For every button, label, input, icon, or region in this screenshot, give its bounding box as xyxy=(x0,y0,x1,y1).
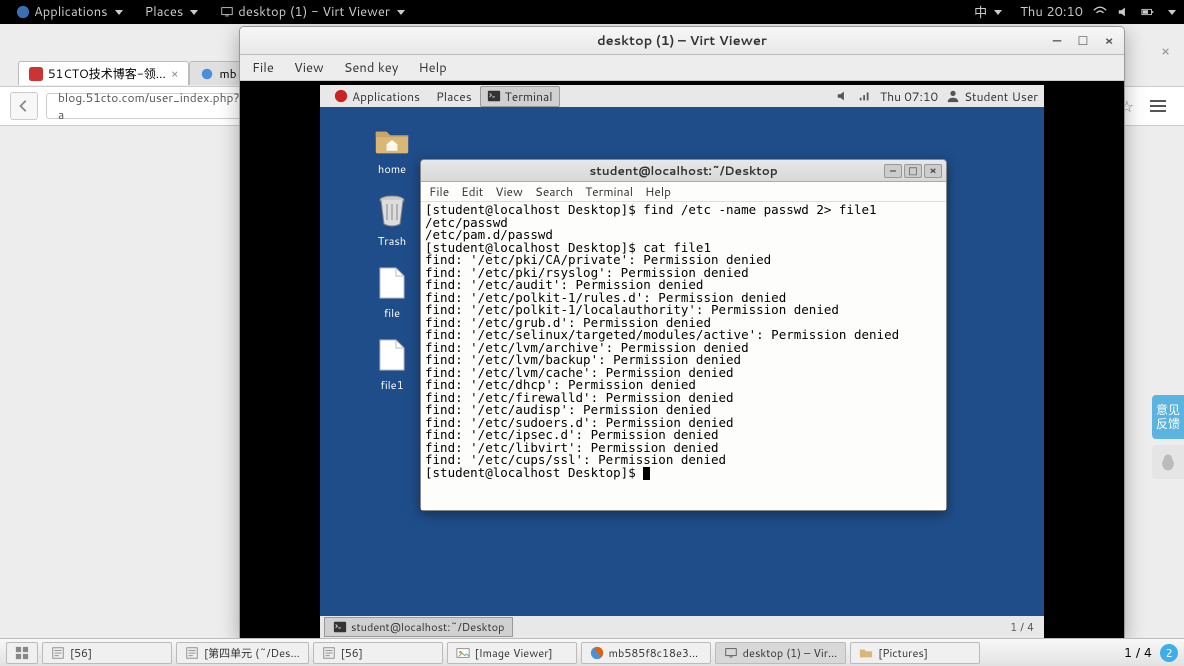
virt-menu-file[interactable]: File xyxy=(252,59,274,77)
volume-icon[interactable] xyxy=(1117,5,1131,19)
show-desktop-button[interactable] xyxy=(6,642,38,664)
file-icon xyxy=(378,266,406,300)
battery-icon[interactable] xyxy=(1141,5,1155,19)
terminal-menubar: File Edit View Search Terminal Help xyxy=(421,182,946,202)
wifi-icon[interactable] xyxy=(1093,5,1107,19)
terminal-window: student@localhost:~/Desktop – □ × File E… xyxy=(420,159,947,511)
favicon-generic-icon xyxy=(200,67,214,81)
close-button[interactable]: × xyxy=(1100,32,1118,50)
taskbar-item-6[interactable]: [Pictures] xyxy=(850,642,980,664)
terminal-menu-view[interactable]: View xyxy=(495,183,523,200)
host-places-menu[interactable]: Places xyxy=(137,1,207,23)
folder-icon xyxy=(859,646,873,660)
host-system-menu[interactable] xyxy=(1168,10,1176,15)
taskbar-item-4[interactable]: mb585f8c18e3... xyxy=(581,642,711,664)
fedora-logo-icon xyxy=(16,5,30,19)
guest-workspace-indicator[interactable]: 1 / 4 xyxy=(1000,619,1044,635)
guest-taskbar: student@localhost:~/Desktop 1 / 4 xyxy=(320,616,1044,638)
maximize-button[interactable]: ☐ xyxy=(1074,32,1092,50)
notification-badge[interactable]: 2 xyxy=(1160,644,1178,662)
guest-top-panel: Applications Places Terminal Thu 07:10 S… xyxy=(320,85,1044,107)
taskbar-item-0[interactable]: [56] xyxy=(42,642,172,664)
terminal-menu-file[interactable]: File xyxy=(429,183,449,200)
guest-active-app[interactable]: Terminal xyxy=(480,86,560,107)
virt-menu-sendkey[interactable]: Send key xyxy=(344,59,399,77)
terminal-titlebar[interactable]: student@localhost:~/Desktop – □ × xyxy=(421,160,946,182)
virt-menu-view[interactable]: View xyxy=(294,59,324,77)
host-workspace-indicator[interactable]: 1 / 4 xyxy=(1124,644,1152,662)
terminal-menu-search[interactable]: Search xyxy=(535,183,573,200)
terminal-icon xyxy=(333,620,347,634)
terminal-title-text: student@localhost:~/Desktop xyxy=(589,162,777,179)
network-icon[interactable] xyxy=(858,89,872,103)
guest-taskbar-item[interactable]: student@localhost:~/Desktop xyxy=(324,617,513,637)
user-icon xyxy=(946,89,960,103)
arrow-left-icon xyxy=(17,99,31,113)
firefox-icon xyxy=(590,646,604,660)
file-icon xyxy=(378,338,406,372)
browser-tab-1[interactable]: 51CTO技术博客-领... × xyxy=(18,61,189,85)
feedback-widget: 意见 反馈 xyxy=(1152,395,1184,479)
back-button[interactable] xyxy=(10,92,38,120)
terminal-body[interactable]: [student@localhost Desktop]$ find /etc -… xyxy=(421,202,946,510)
volume-icon[interactable] xyxy=(836,89,850,103)
host-lang-indicator[interactable]: 中 xyxy=(966,0,1010,24)
monitor-icon xyxy=(724,646,738,660)
gedit-icon xyxy=(51,646,65,660)
guest-user-menu[interactable]: Student User xyxy=(946,88,1038,105)
desktop-icon-home[interactable]: home xyxy=(362,121,422,177)
host-browser-close[interactable]: × xyxy=(1161,41,1170,61)
host-applications-menu[interactable]: Applications xyxy=(8,1,131,23)
folder-home-icon xyxy=(374,122,410,156)
guest-desktop[interactable]: Applications Places Terminal Thu 07:10 S… xyxy=(320,85,1044,638)
show-desktop-icon xyxy=(15,646,29,660)
terminal-close-button[interactable]: × xyxy=(924,164,942,178)
feedback-button[interactable]: 意见 反馈 xyxy=(1152,395,1184,439)
virt-title-text: desktop (1) – Virt Viewer xyxy=(597,32,767,50)
monitor-icon xyxy=(220,5,234,19)
close-icon[interactable]: × xyxy=(171,65,179,82)
image-viewer-icon xyxy=(456,646,470,660)
guest-applications-menu[interactable]: Applications xyxy=(326,86,428,107)
taskbar-item-3[interactable]: [Image Viewer] xyxy=(447,642,577,664)
guest-places-menu[interactable]: Places xyxy=(428,86,480,107)
desktop-icon-trash[interactable]: Trash xyxy=(362,193,422,249)
hamburger-menu[interactable] xyxy=(1142,92,1174,120)
virt-menu-help[interactable]: Help xyxy=(418,59,446,77)
host-taskbar: [56] [第四单元 (~/Des... [56] [Image Viewer]… xyxy=(0,638,1184,666)
trash-icon xyxy=(377,194,407,228)
desktop-icon-file1[interactable]: file1 xyxy=(362,337,422,393)
guest-clock[interactable]: Thu 07:10 xyxy=(880,88,938,105)
virt-content: Applications Places Terminal Thu 07:10 S… xyxy=(240,81,1124,638)
gedit-icon xyxy=(322,646,336,660)
url-input[interactable]: blog.51cto.com/user_index.php?a xyxy=(46,93,246,119)
gedit-icon xyxy=(185,646,199,660)
taskbar-item-2[interactable]: [56] xyxy=(313,642,443,664)
virt-viewer-window: desktop (1) – Virt Viewer — ☐ × File Vie… xyxy=(239,26,1125,639)
virt-titlebar[interactable]: desktop (1) – Virt Viewer — ☐ × xyxy=(240,27,1124,55)
taskbar-item-1[interactable]: [第四单元 (~/Des... xyxy=(176,642,309,664)
favicon-51cto-icon xyxy=(29,67,43,81)
terminal-minimize-button[interactable]: – xyxy=(884,164,902,178)
host-top-panel: Applications Places desktop (1) - Virt V… xyxy=(0,0,1184,24)
penguin-icon[interactable] xyxy=(1152,445,1184,479)
terminal-maximize-button[interactable]: □ xyxy=(904,164,922,178)
fedora-logo-icon xyxy=(334,89,348,103)
terminal-menu-terminal[interactable]: Terminal xyxy=(585,183,633,200)
host-clock[interactable]: Thu 20:10 xyxy=(1020,3,1083,21)
terminal-icon xyxy=(487,89,501,103)
taskbar-item-5[interactable]: desktop (1) – Vir... xyxy=(715,642,847,664)
terminal-menu-help[interactable]: Help xyxy=(645,183,671,200)
minimize-button[interactable]: — xyxy=(1048,32,1066,50)
virt-menubar: File View Send key Help xyxy=(240,55,1124,81)
desktop-icon-file[interactable]: file xyxy=(362,265,422,321)
host-active-app[interactable]: desktop (1) - Virt Viewer xyxy=(212,1,413,23)
terminal-menu-edit[interactable]: Edit xyxy=(461,183,483,200)
